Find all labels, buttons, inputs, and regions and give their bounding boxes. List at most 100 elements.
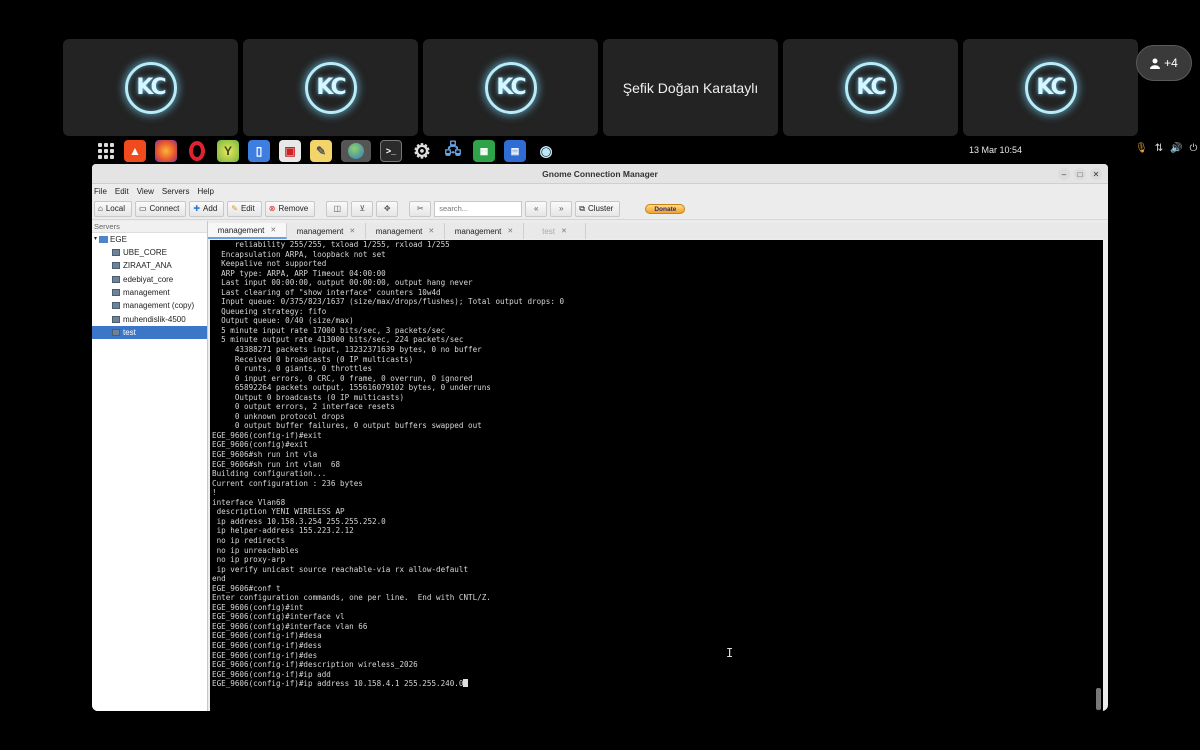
close-tab-icon[interactable]: ✕: [270, 226, 276, 234]
split-horizontal-button[interactable]: ⊻: [351, 200, 374, 217]
edit-button[interactable]: ✎ Edit: [227, 200, 262, 217]
terminal-line: 0 runts, 0 giants, 0 throttles: [212, 364, 373, 374]
power-icon: ⏻: [1189, 143, 1198, 154]
terminal-line: Output queue: 0/40 (size/max): [212, 316, 354, 326]
server-label: management (copy): [123, 301, 195, 311]
maximize-icon[interactable]: □: [1074, 168, 1086, 180]
system-tray[interactable]: 🎙 ⇅ 🔊 ⏻: [1135, 143, 1197, 154]
menu-help[interactable]: Help: [197, 187, 213, 196]
terminal-line: Keepalive not supported: [212, 259, 327, 269]
tab-label: management: [375, 226, 423, 236]
network-icon[interactable]: 🖧: [442, 140, 464, 162]
search-next-button[interactable]: »: [550, 200, 573, 217]
clock[interactable]: 13 Mar 10:54: [969, 145, 1022, 155]
text-editor-icon[interactable]: ✎: [310, 140, 332, 162]
menu-edit[interactable]: Edit: [115, 187, 129, 196]
gnome-connection-manager-window: Gnome Connection Manager – □ ✕ File Edit…: [92, 164, 1108, 711]
local-button[interactable]: ⌂ Local: [94, 200, 132, 217]
menu-servers[interactable]: Servers: [162, 187, 190, 196]
servers-panel: Servers ▾ EGE UBE_CORE ZIRAAT_ANA edebiya…: [92, 221, 208, 711]
donate-button[interactable]: Donate: [645, 203, 686, 214]
gnome-connection-manager-icon[interactable]: [341, 140, 371, 162]
tab-management[interactable]: management ✕: [287, 223, 366, 239]
title-bar[interactable]: Gnome Connection Manager – □ ✕: [92, 164, 1108, 184]
add-label: Add: [203, 204, 218, 213]
server-item[interactable]: UBE_CORE: [92, 246, 207, 259]
split-vertical-button[interactable]: ◫: [326, 200, 349, 217]
terminal-icon[interactable]: >_: [380, 140, 402, 162]
terminal-line: Queueing strategy: fifo: [212, 306, 327, 316]
yandex-icon[interactable]: Y: [217, 140, 239, 162]
server-item[interactable]: management (copy): [92, 299, 207, 312]
spreadsheet-icon[interactable]: ▦: [473, 140, 495, 162]
server-item[interactable]: management: [92, 286, 207, 299]
kc-logo-icon: KC: [844, 61, 897, 114]
menu-file[interactable]: File: [94, 187, 107, 196]
plus-icon: ✚: [193, 204, 201, 213]
eye-icon[interactable]: ◉: [535, 140, 557, 162]
firefox-icon[interactable]: [155, 140, 177, 162]
volume-icon: 🔊: [1170, 143, 1183, 154]
app-grid-icon[interactable]: [98, 143, 114, 159]
terminal-line: EGE_9606(config-if)#description wireless…: [212, 660, 418, 670]
terminal-line: no ip redirects: [212, 535, 286, 545]
server-icon: [112, 249, 120, 257]
connect-icon: ▭: [138, 204, 147, 213]
close-tab-icon[interactable]: ✕: [507, 227, 513, 235]
connect-button[interactable]: ▭ Connect: [134, 200, 187, 217]
opera-icon[interactable]: [186, 140, 208, 162]
notes-icon[interactable]: ▯: [248, 140, 270, 162]
server-item[interactable]: ZIRAAT_ANA: [92, 259, 207, 272]
add-button[interactable]: ✚ Add: [189, 200, 225, 217]
person-icon: [1150, 58, 1161, 69]
terminal-line: EGE_9606(config-if)#des: [212, 650, 318, 660]
document-icon[interactable]: ▤: [504, 140, 526, 162]
close-icon[interactable]: ✕: [1090, 168, 1102, 180]
unsplit-button[interactable]: ✥: [376, 200, 399, 217]
server-item[interactable]: edebiyat_core: [92, 273, 207, 286]
minimize-icon[interactable]: –: [1058, 168, 1070, 180]
tree-group-ege[interactable]: ▾ EGE: [92, 233, 207, 246]
participant-tile[interactable]: Şefik Doğan Karataylı: [603, 39, 778, 136]
text-cursor-icon: I: [726, 646, 734, 660]
server-label: edebiyat_core: [123, 274, 174, 284]
tab-test[interactable]: test ✕: [524, 223, 586, 239]
server-item-selected[interactable]: test: [92, 325, 207, 340]
tab-management[interactable]: management ✕: [208, 223, 287, 239]
participant-name: Şefik Doğan Karataylı: [622, 79, 759, 96]
participant-tile[interactable]: KC: [423, 39, 598, 136]
server-icon: [112, 315, 120, 323]
terminal-line: 65892264 packets output, 155616079102 by…: [212, 383, 491, 393]
cluster-button[interactable]: ⧉ Cluster: [575, 200, 621, 217]
kc-logo-icon: KC: [124, 61, 177, 114]
close-tab-icon[interactable]: ✕: [561, 227, 567, 235]
participant-tile[interactable]: KC: [783, 39, 958, 136]
close-tab-icon[interactable]: ✕: [428, 227, 434, 235]
terminal-line: Last clearing of "show interface" counte…: [212, 287, 441, 297]
settings-icon[interactable]: ⚙: [411, 140, 433, 163]
terminal-line: ARP type: ARPA, ARP Timeout 04:00:00: [212, 268, 386, 278]
terminal-line: EGE_9606(config-if)#ip address 10.158.4.…: [210, 679, 1103, 689]
software-store-icon[interactable]: ▣: [279, 140, 301, 162]
close-tab-icon[interactable]: ✕: [349, 227, 355, 235]
more-participants-button[interactable]: +4: [1136, 45, 1192, 81]
tab-management[interactable]: management ✕: [366, 223, 445, 239]
terminal-cursor: [463, 679, 469, 688]
terminal-line: EGE_9606(config)#interface vlan 66: [212, 621, 368, 631]
brave-icon[interactable]: ▲: [124, 140, 146, 162]
participant-tile[interactable]: KC: [963, 39, 1138, 136]
terminal-scrollbar[interactable]: [1096, 688, 1101, 710]
participant-tile[interactable]: KC: [63, 39, 238, 136]
menu-view[interactable]: View: [137, 187, 154, 196]
settings-button[interactable]: ✂: [409, 200, 432, 217]
tab-management[interactable]: management ✕: [445, 223, 524, 239]
terminal-output[interactable]: reliability 255/255, txload 1/255, rxloa…: [210, 240, 1103, 711]
search-prev-button[interactable]: «: [525, 200, 548, 217]
participant-tile[interactable]: KC: [243, 39, 418, 136]
server-item[interactable]: muhendislik-4500: [92, 312, 207, 325]
terminal-line: EGE_9606(config)#int: [212, 602, 304, 612]
remove-button[interactable]: ⊗ Remove: [264, 200, 316, 217]
search-input[interactable]: [434, 200, 523, 217]
terminal-line: 0 output errors, 2 interface resets: [212, 402, 395, 412]
terminal-line: ip address 10.158.3.254 255.255.252.0: [212, 516, 386, 526]
